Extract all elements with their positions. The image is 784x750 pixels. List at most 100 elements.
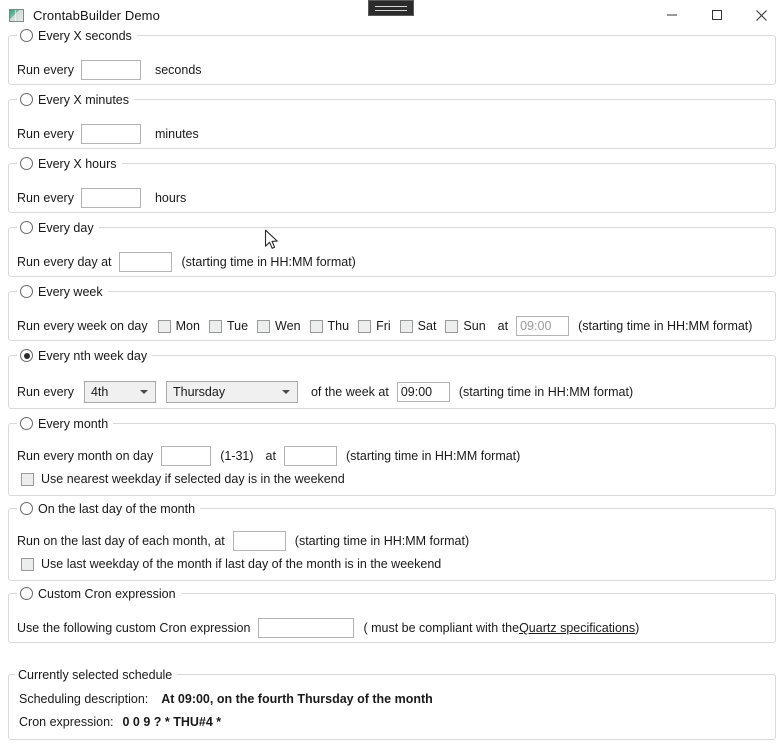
- nth-weekday-select[interactable]: Thursday: [165, 381, 298, 403]
- month-prefix-label: Run every month on day: [17, 449, 154, 463]
- nth-hint-label: (starting time in HH:MM format): [458, 385, 634, 399]
- label-day-sat: Sat: [417, 319, 437, 333]
- overlay-line-top: [375, 6, 407, 7]
- radio-every-x-minutes[interactable]: [20, 93, 33, 106]
- radio-custom-cron[interactable]: [20, 587, 33, 600]
- maximize-icon: [711, 10, 722, 20]
- legend-every-x-minutes: Every X minutes: [17, 91, 135, 108]
- legend-label: Every X seconds: [38, 28, 132, 43]
- legend-label: Every day: [38, 220, 94, 235]
- group-every-x-seconds: Every X seconds Run every seconds: [8, 27, 776, 85]
- month-range-hint: (1-31): [220, 449, 254, 463]
- group-every-month: Every month Run every month on day (1-31…: [8, 415, 776, 496]
- minimize-button[interactable]: [649, 0, 694, 30]
- checkbox-day-wen[interactable]: [257, 319, 271, 333]
- checkbox-lastday-last-weekday[interactable]: [21, 557, 34, 571]
- day-hint-label: (starting time in HH:MM format): [181, 255, 356, 269]
- legend-every-x-hours: Every X hours: [17, 155, 122, 172]
- radio-last-day-of-month[interactable]: [20, 502, 33, 515]
- legend-label: Every X minutes: [38, 92, 130, 107]
- legend-label: Every X hours: [38, 156, 117, 171]
- quartz-specifications-link[interactable]: Quartz specifications: [519, 621, 635, 635]
- checkbox-day-thu[interactable]: [309, 319, 323, 333]
- month-hint-label: (starting time in HH:MM format): [345, 449, 521, 463]
- label-day-sun: Sun: [463, 319, 486, 333]
- radio-every-x-hours[interactable]: [20, 157, 33, 170]
- summary-cron-label: Cron expression:: [19, 715, 114, 729]
- minutes-suffix-label: minutes: [154, 127, 199, 141]
- month-at-label: at: [265, 449, 276, 463]
- week-hint-label: (starting time in HH:MM format): [578, 319, 753, 333]
- label-day-tue: Tue: [226, 319, 249, 333]
- hours-prefix-label: Run every: [17, 191, 74, 205]
- nth-time-input[interactable]: 09:00: [396, 382, 450, 402]
- custom-prefix-label: Use the following custom Cron expression: [17, 621, 251, 635]
- group-every-x-minutes: Every X minutes Run every minutes: [8, 91, 776, 149]
- month-day-input[interactable]: [161, 446, 212, 466]
- minimize-icon: [666, 14, 677, 16]
- radio-every-x-seconds[interactable]: [20, 29, 33, 42]
- group-every-week: Every week Run every week on day Mon Tue…: [8, 283, 776, 341]
- summary-description-label: Scheduling description:: [19, 692, 149, 706]
- label-day-fri: Fri: [376, 319, 391, 333]
- close-button[interactable]: [739, 0, 784, 30]
- lastday-time-input[interactable]: [232, 531, 286, 551]
- label-day-wen: Wen: [275, 319, 301, 333]
- legend-label: Every week: [38, 284, 103, 299]
- checkbox-day-sun[interactable]: [445, 319, 459, 333]
- custom-cron-input[interactable]: [258, 618, 355, 638]
- group-custom-cron: Custom Cron expression Use the following…: [8, 585, 776, 643]
- checkbox-day-fri[interactable]: [358, 319, 372, 333]
- legend-every-month: Every month: [17, 415, 114, 432]
- minutes-prefix-label: Run every: [17, 127, 74, 141]
- overlay-strip: [368, 0, 414, 16]
- window-title: CrontabBuilder Demo: [33, 7, 160, 23]
- legend-last-day-of-month: On the last day of the month: [17, 500, 201, 517]
- lastday-hint-label: (starting time in HH:MM format): [294, 534, 470, 548]
- seconds-prefix-label: Run every: [17, 63, 74, 77]
- radio-every-day[interactable]: [20, 221, 33, 234]
- seconds-value-input[interactable]: [80, 60, 141, 80]
- week-time-input[interactable]: 09:00: [516, 316, 570, 336]
- nth-prefix-label: Run every: [17, 385, 74, 399]
- label-day-mon: Mon: [175, 319, 200, 333]
- checkbox-day-mon[interactable]: [157, 319, 171, 333]
- checkbox-month-nearest-weekday[interactable]: [21, 472, 34, 486]
- checkbox-day-tue[interactable]: [208, 319, 222, 333]
- radio-every-nth-week-day[interactable]: [20, 349, 33, 362]
- legend-custom-cron: Custom Cron expression: [17, 585, 181, 602]
- week-at-label: at: [497, 319, 509, 333]
- legend-every-x-seconds: Every X seconds: [17, 27, 137, 44]
- maximize-button[interactable]: [694, 0, 739, 30]
- legend-label: Every nth week day: [38, 348, 148, 363]
- chevron-down-icon: [139, 390, 148, 394]
- month-time-input[interactable]: [283, 446, 337, 466]
- radio-every-month[interactable]: [20, 417, 33, 430]
- group-currently-selected-schedule: Currently selected schedule Scheduling d…: [8, 666, 776, 740]
- day-prefix-label: Run every day at: [17, 255, 112, 269]
- radio-every-week[interactable]: [20, 285, 33, 298]
- checkbox-day-sat[interactable]: [399, 319, 413, 333]
- minutes-value-input[interactable]: [80, 124, 141, 144]
- nth-ordinal-value: 4th: [90, 385, 109, 399]
- overlay-line-bottom: [375, 10, 407, 11]
- legend-label: Currently selected schedule: [18, 667, 173, 682]
- label-day-thu: Thu: [327, 319, 350, 333]
- summary-description-value: At 09:00, on the fourth Thursday of the …: [161, 692, 433, 706]
- hours-value-input[interactable]: [80, 188, 141, 208]
- day-time-input[interactable]: [118, 252, 172, 272]
- summary-cron-value: 0 0 9 ? * THU#4 *: [122, 715, 222, 729]
- chevron-down-icon: [281, 390, 290, 394]
- legend-label: Every month: [38, 416, 109, 431]
- window-controls: [649, 0, 784, 30]
- lastday-prefix-label: Run on the last day of each month, at: [17, 534, 225, 548]
- nth-ordinal-select[interactable]: 4th: [83, 381, 156, 403]
- label-month-nearest-weekday: Use nearest weekday if selected day is i…: [41, 472, 345, 486]
- group-last-day-of-month: On the last day of the month Run on the …: [8, 500, 776, 581]
- legend-every-week: Every week: [17, 283, 108, 300]
- legend-every-day: Every day: [17, 219, 99, 236]
- label-lastday-last-weekday: Use last weekday of the month if last da…: [41, 557, 442, 571]
- nth-mid-label: of the week at: [310, 385, 389, 399]
- custom-hint-open: ( must be compliant with the: [363, 621, 520, 635]
- group-every-nth-week-day: Every nth week day Run every 4th Thursda…: [8, 347, 776, 409]
